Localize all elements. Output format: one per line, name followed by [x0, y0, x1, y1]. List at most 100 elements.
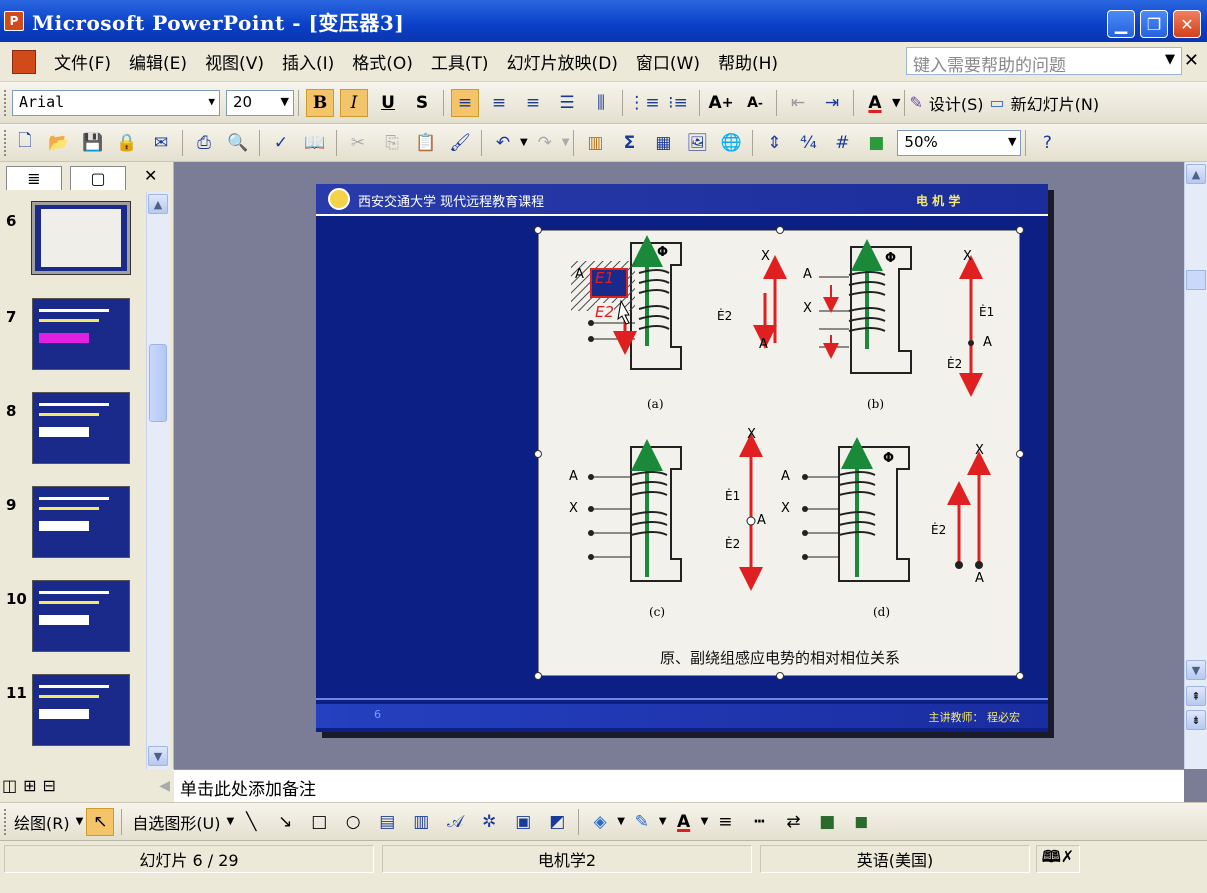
menu-window[interactable]: 窗口(W) — [636, 49, 700, 74]
resize-handle[interactable] — [534, 226, 542, 234]
font-name-select[interactable]: Arial ▼ — [12, 89, 220, 116]
toolbar-grip[interactable] — [4, 129, 8, 156]
chevron-down-icon[interactable]: ▼ — [520, 137, 528, 148]
chevron-down-icon[interactable]: ▼ — [892, 96, 900, 109]
increase-font-icon[interactable]: A + — [707, 89, 735, 117]
slide-thumbnail[interactable] — [31, 201, 131, 275]
autosum-icon[interactable]: Σ — [615, 129, 643, 157]
close-panel-icon[interactable]: ✕ — [144, 166, 157, 185]
3d-style-icon[interactable]: ◼ — [847, 808, 875, 836]
tab-slides[interactable]: ▢ — [70, 166, 126, 190]
open-folder-icon[interactable]: 📂 — [45, 129, 73, 157]
print-preview-icon[interactable]: 🔍 — [224, 129, 252, 157]
chevron-down-icon[interactable]: ▼ — [659, 816, 667, 827]
rectangle-icon[interactable]: □ — [305, 808, 333, 836]
normal-view-icon[interactable]: ◫ — [2, 776, 17, 795]
decrease-indent-icon[interactable]: ⇤ — [784, 89, 812, 117]
slide-thumbnail[interactable] — [32, 674, 130, 746]
slideshow-view-icon[interactable]: ⊟ — [43, 776, 56, 795]
oval-icon[interactable]: ○ — [339, 808, 367, 836]
resize-handle[interactable] — [534, 672, 542, 680]
scroll-down-icon[interactable]: ▼ — [148, 746, 168, 766]
line-icon[interactable]: ╲ — [237, 808, 265, 836]
slide-sorter-icon[interactable]: ⊞ — [23, 776, 36, 795]
chevron-down-icon[interactable]: ▼ — [562, 137, 570, 148]
show-formatting-icon[interactable]: ⁴⁄₄ — [794, 129, 822, 157]
minimize-button[interactable]: ▁ — [1107, 10, 1135, 38]
design-button[interactable]: 设计(S) — [929, 91, 984, 115]
clipart-icon[interactable]: ▣ — [509, 808, 537, 836]
align-left-icon[interactable]: ≡ — [451, 88, 479, 117]
resize-handle[interactable] — [1016, 226, 1024, 234]
spelling-icon[interactable]: ✓ — [267, 129, 295, 157]
menu-tools[interactable]: 工具(T) — [431, 49, 489, 74]
insert-chart-icon[interactable]: ▥ — [581, 129, 609, 157]
tab-outline[interactable]: ≣ — [6, 166, 62, 190]
next-slide-icon[interactable]: ⇟ — [1186, 710, 1206, 730]
email-icon[interactable]: ✉ — [147, 129, 175, 157]
chevron-down-icon[interactable]: ▼ — [1165, 52, 1175, 67]
scroll-up-icon[interactable]: ▲ — [148, 194, 168, 214]
restore-button[interactable]: ❐ — [1140, 10, 1168, 38]
arrow-icon[interactable]: ↘ — [271, 808, 299, 836]
underline-button[interactable]: U — [374, 89, 402, 117]
chevron-down-icon[interactable]: ▼ — [701, 816, 709, 827]
insert-hyperlink-icon[interactable]: 🌐 — [717, 129, 745, 157]
transformer-figure[interactable]: A E1 E2 Φ (a) A X Φ X A Ė1 Ė2 X A Ė2 (b)… — [534, 226, 1024, 680]
paste-icon[interactable]: 📋 — [412, 129, 440, 157]
slide-thumbnail[interactable] — [32, 392, 130, 464]
fill-color-icon[interactable]: ◈ — [586, 808, 614, 836]
chevron-down-icon[interactable]: ▼ — [617, 816, 625, 827]
font-size-select[interactable]: 20 ▼ — [226, 89, 294, 116]
increase-indent-icon[interactable]: ⇥ — [818, 89, 846, 117]
copy-icon[interactable]: ⎘ — [378, 129, 406, 157]
resize-handle[interactable] — [776, 226, 784, 234]
show-grid-icon[interactable]: # — [828, 129, 856, 157]
notes-pane[interactable]: 单击此处添加备注 — [174, 769, 1184, 802]
scroll-left-icon[interactable]: ◀ — [159, 778, 170, 794]
scroll-down-icon[interactable]: ▼ — [1186, 660, 1206, 680]
dash-style-icon[interactable]: ┅ — [745, 808, 773, 836]
help-search-input[interactable]: 键入需要帮助的问题 ▼ — [906, 47, 1182, 76]
menu-edit[interactable]: 编辑(E) — [129, 49, 187, 74]
save-icon[interactable]: 💾 — [79, 129, 107, 157]
new-slide-button[interactable]: 新幻灯片(N) — [1011, 91, 1099, 115]
picture-icon[interactable]: ◩ — [543, 808, 571, 836]
undo-icon[interactable]: ↶ — [489, 129, 517, 157]
font-color-draw-icon[interactable]: A — [670, 808, 698, 836]
current-slide[interactable]: 西安交通大学 现代远程教育课程 电 机 学 A E1 E2 Φ (a) A X … — [316, 184, 1048, 732]
print-icon[interactable]: ⎙ — [190, 129, 218, 157]
menu-slideshow[interactable]: 幻灯片放映(D) — [507, 49, 618, 74]
close-button[interactable]: ✕ — [1173, 10, 1201, 38]
wordart-icon[interactable]: 𝒜 — [441, 808, 469, 836]
scroll-thumb[interactable] — [149, 344, 167, 422]
menu-help[interactable]: 帮助(H) — [718, 49, 778, 74]
diagram-icon[interactable]: ✲ — [475, 808, 503, 836]
chevron-down-icon[interactable]: ▼ — [227, 816, 235, 827]
zoom-select[interactable]: 50% ▼ — [897, 129, 1022, 156]
help-icon[interactable]: ? — [1033, 129, 1061, 157]
align-right-icon[interactable]: ≡ — [519, 89, 547, 117]
scroll-thumb[interactable] — [1186, 270, 1206, 290]
menu-file[interactable]: 文件(F) — [54, 49, 111, 74]
resize-handle[interactable] — [776, 672, 784, 680]
vertical-textbox-icon[interactable]: ▥ — [407, 808, 435, 836]
toolbar-grip[interactable] — [4, 89, 8, 116]
distribute-icon[interactable]: ☰ — [553, 89, 581, 117]
arrow-style-icon[interactable]: ⇄ — [779, 808, 807, 836]
textbox-icon[interactable]: ▤ — [373, 808, 401, 836]
new-document-icon[interactable]: 🗋 — [11, 129, 39, 157]
bold-button[interactable]: B — [306, 88, 334, 117]
italic-button[interactable]: I — [340, 88, 368, 117]
spelling-status-icon[interactable]: 🕮✗ — [1036, 845, 1080, 873]
resize-handle[interactable] — [1016, 450, 1024, 458]
redo-icon[interactable]: ↷ — [531, 129, 559, 157]
previous-slide-icon[interactable]: ⇞ — [1186, 686, 1206, 706]
resize-handle[interactable] — [1016, 672, 1024, 680]
shadow-style-icon[interactable]: ■ — [813, 808, 841, 836]
toolbar-grip[interactable] — [4, 808, 8, 835]
cut-icon[interactable]: ✂ — [344, 129, 372, 157]
line-color-icon[interactable]: ✎ — [628, 808, 656, 836]
vertical-text-icon[interactable]: ⫼ — [587, 89, 615, 117]
select-pointer-icon[interactable]: ↖ — [86, 807, 115, 836]
